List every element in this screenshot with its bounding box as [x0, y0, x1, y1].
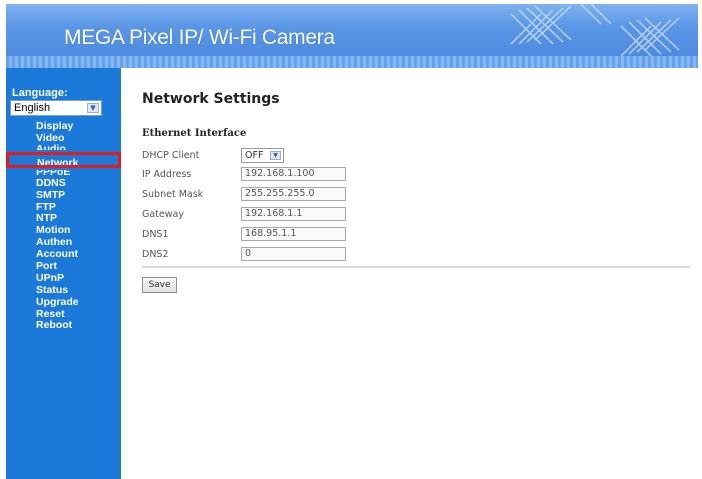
dhcp-value: OFF — [245, 150, 264, 161]
gateway-label: Gateway — [142, 209, 184, 220]
header-decoration — [510, 4, 680, 57]
header-banner: MEGA Pixel IP/ Wi-Fi Camera — [6, 4, 698, 68]
dns2-label: DNS2 — [142, 249, 169, 260]
language-label: Language: — [12, 87, 68, 99]
sidebar-item-status[interactable]: Status — [6, 284, 121, 296]
dns1-field[interactable]: 168.95.1.1 — [241, 227, 346, 241]
ip-address-label: IP Address — [142, 169, 192, 180]
sidebar-item-audio[interactable]: Audio — [6, 144, 121, 150]
page-title: Network Settings — [142, 91, 280, 107]
save-button[interactable]: Save — [142, 277, 177, 293]
sidebar-item-display[interactable]: Display — [6, 120, 121, 132]
sidebar-item-port[interactable]: Port — [6, 260, 121, 272]
dhcp-select[interactable]: OFF ▼ — [241, 148, 284, 163]
sidebar-item-pppoe[interactable]: PPPoE — [6, 170, 121, 177]
ip-address-field[interactable]: 192.168.1.100 — [241, 167, 346, 181]
sidebar: Language: English ▼ Display Video Audio … — [6, 68, 121, 479]
dhcp-label: DHCP Client — [142, 150, 200, 161]
page-header-title: MEGA Pixel IP/ Wi-Fi Camera — [64, 26, 335, 49]
language-select[interactable]: English ▼ — [10, 100, 102, 116]
sidebar-item-ddns[interactable]: DDNS — [6, 177, 121, 189]
subnet-mask-field[interactable]: 255.255.255.0 — [241, 187, 346, 201]
sidebar-item-reboot[interactable]: Reboot — [6, 319, 121, 332]
sidebar-item-upnp[interactable]: UPnP — [6, 272, 121, 284]
sidebar-item-reset[interactable]: Reset — [6, 308, 121, 320]
gateway-field[interactable]: 192.168.1.1 — [241, 207, 346, 221]
sidebar-item-ftp[interactable]: FTP — [6, 201, 121, 213]
sidebar-item-smtp[interactable]: SMTP — [6, 189, 121, 201]
divider — [142, 266, 690, 268]
sidebar-item-network[interactable]: Network — [6, 151, 121, 168]
chevron-down-icon: ▼ — [270, 151, 281, 160]
sidebar-item-authen[interactable]: Authen — [6, 236, 121, 248]
language-value: English — [14, 102, 51, 114]
dns2-field[interactable]: 0 — [241, 247, 346, 261]
sidebar-item-ntp[interactable]: NTP — [6, 212, 121, 225]
section-heading: Ethernet Interface — [142, 128, 247, 139]
sidebar-menu: Display Video Audio Network PPPoE DDNS S… — [6, 120, 121, 331]
chevron-down-icon: ▼ — [87, 103, 99, 113]
sidebar-item-account[interactable]: Account — [6, 248, 121, 260]
sidebar-item-upgrade[interactable]: Upgrade — [6, 296, 121, 308]
subnet-mask-label: Subnet Mask — [142, 189, 204, 200]
dns1-label: DNS1 — [142, 229, 169, 240]
sidebar-item-video[interactable]: Video — [6, 132, 121, 144]
sidebar-item-motion[interactable]: Motion — [6, 224, 121, 236]
